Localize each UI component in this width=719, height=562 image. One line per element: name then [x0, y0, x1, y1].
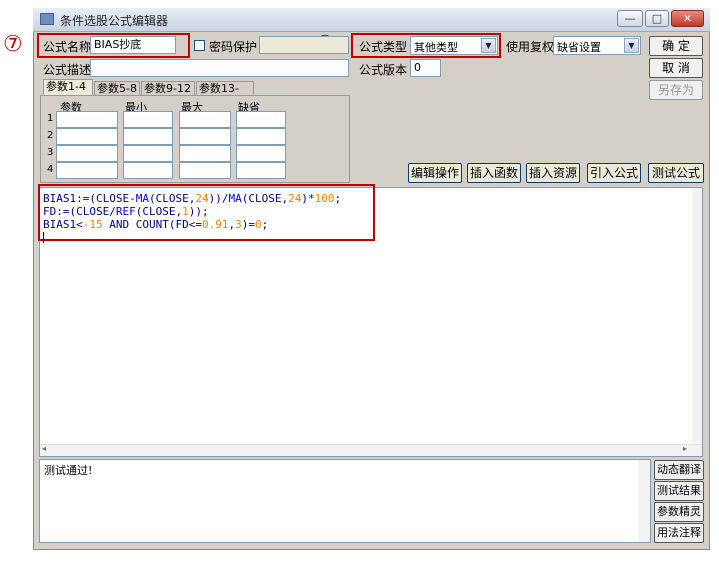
ok-button[interactable]: 确 定 [649, 36, 703, 56]
close-button[interactable]: ✕ [671, 10, 704, 27]
code-token: MA [135, 192, 149, 205]
output-panel [39, 459, 651, 543]
editor-horizontal-scrollbar[interactable] [40, 444, 702, 456]
param-4-default-input[interactable] [236, 162, 286, 179]
password-checkbox[interactable] [194, 40, 205, 51]
dynamic-translate-button[interactable]: 动态翻译 [654, 460, 704, 480]
code-token: ; [334, 192, 342, 205]
code-token: 24 [288, 192, 302, 205]
tab-params-13-16[interactable]: 参数13-16 [196, 81, 254, 109]
code-token: )); [188, 205, 209, 218]
formula-type-select[interactable]: 其他类型 ▼ [410, 36, 498, 55]
code-token: ))/ [208, 192, 229, 205]
param-3-default-input[interactable] [236, 145, 286, 162]
code-token: )= [241, 218, 255, 231]
code-token: AND [102, 218, 136, 231]
formula-name-input[interactable]: BIAS抄底 [90, 36, 176, 54]
maximize-button[interactable]: □ [645, 10, 669, 27]
tab-params-1-4[interactable]: 参数1-4 [43, 79, 93, 96]
code-token: MA [228, 192, 242, 205]
code-token: 1 [182, 205, 189, 218]
formula-type-value: 其他类型 [414, 41, 458, 54]
code-token: CLOSE [95, 192, 130, 205]
code-token: ; [261, 218, 269, 231]
annotation-7: ⑦ [3, 32, 23, 57]
param-1-default-input[interactable] [236, 111, 286, 128]
code-token: COUNT [135, 218, 169, 231]
param-2-default-input[interactable] [236, 128, 286, 145]
chevron-down-icon: ▼ [624, 38, 639, 53]
output-text: 测试通过! [44, 464, 93, 477]
formula-version-label: 公式版本 [359, 63, 408, 77]
app-icon [40, 13, 54, 25]
code-line-3: BIAS1<-15 AND COUNT(FD<=0.91,3)=0; [43, 218, 268, 231]
test-result-button[interactable]: 测试结果 [654, 481, 704, 501]
param-row-number: 2 [47, 130, 54, 141]
rights-value: 缺省设置 [557, 41, 601, 54]
window-title: 条件选股公式编辑器 [60, 14, 169, 28]
cancel-button[interactable]: 取 消 [649, 58, 703, 78]
rights-select[interactable]: 缺省设置 ▼ [553, 36, 641, 55]
code-token: 0 [255, 218, 262, 231]
scroll-left-icon[interactable]: ◂ [42, 444, 46, 453]
param-1-max-input[interactable] [179, 111, 231, 128]
tab-params-9-12[interactable]: 参数9-12 [141, 81, 195, 96]
param-3-max-input[interactable] [179, 145, 231, 162]
tab-params-5-8[interactable]: 参数5-8 [94, 81, 140, 96]
password-input [259, 36, 349, 54]
formula-type-label: 公式类型 [359, 40, 408, 54]
param-row-number: 3 [47, 147, 54, 158]
param-wizard-button[interactable]: 参数精灵 [654, 502, 704, 522]
param-3-min-input[interactable] [123, 145, 173, 162]
code-token: (FD<= [168, 218, 202, 231]
code-token: REF [115, 205, 136, 218]
code-token: BIAS1< [43, 218, 83, 231]
code-line-1: BIAS1:=(CLOSE-MA(CLOSE,24))/MA(CLOSE,24)… [43, 192, 341, 205]
usage-notes-button[interactable]: 用法注释 [654, 523, 704, 543]
param-4-min-input[interactable] [123, 162, 173, 179]
scroll-right-icon[interactable]: ▸ [683, 444, 687, 453]
code-token: (CLOSE, [241, 192, 289, 205]
code-token: )* [301, 192, 315, 205]
insert-function-button[interactable]: 插入函数 [467, 163, 521, 183]
insert-resource-button[interactable]: 插入资源 [526, 163, 580, 183]
code-token: (CLOSE, [135, 205, 183, 218]
code-token: (CLOSE, [148, 192, 196, 205]
code-token: 3 [235, 218, 242, 231]
param-2-max-input[interactable] [179, 128, 231, 145]
editor-vertical-scrollbar[interactable] [692, 188, 702, 443]
code-token: 100 [314, 192, 335, 205]
param-4-max-input[interactable] [179, 162, 231, 179]
code-line-2: FD:=(CLOSE/REF(CLOSE,1)); [43, 205, 209, 218]
code-token: 0.91 [202, 218, 229, 231]
minimize-button[interactable]: — [617, 10, 643, 27]
code-token: 24 [195, 192, 209, 205]
formula-desc-input[interactable] [90, 59, 349, 77]
rights-label: 使用复权 [506, 40, 555, 54]
import-formula-button[interactable]: 引入公式 [587, 163, 641, 183]
formula-name-label: 公式名称 [43, 40, 92, 54]
param-2-name-input[interactable] [56, 128, 118, 145]
param-1-min-input[interactable] [123, 111, 173, 128]
text-cursor [43, 232, 44, 243]
formula-desc-label: 公式描述 [43, 63, 92, 77]
output-scrollbar[interactable] [638, 460, 650, 542]
param-1-name-input[interactable] [56, 111, 118, 128]
param-4-name-input[interactable] [56, 162, 118, 179]
chevron-down-icon: ▼ [481, 38, 496, 53]
param-2-min-input[interactable] [123, 128, 173, 145]
save-as-button[interactable]: 另存为 [649, 80, 703, 100]
code-token: -15 [82, 218, 103, 231]
param-3-name-input[interactable] [56, 145, 118, 162]
code-token: BIAS1:=( [43, 192, 96, 205]
param-row-number: 1 [47, 113, 54, 124]
code-token: - [129, 192, 136, 205]
code-token: FD:=(CLOSE/ [43, 205, 116, 218]
password-label: 密码保护 [209, 40, 258, 54]
param-row-number: 4 [47, 164, 54, 175]
test-formula-button[interactable]: 测试公式 [648, 163, 704, 183]
formula-version-input[interactable]: 0 [410, 59, 441, 77]
edit-operation-button[interactable]: 编辑操作 [408, 163, 462, 183]
